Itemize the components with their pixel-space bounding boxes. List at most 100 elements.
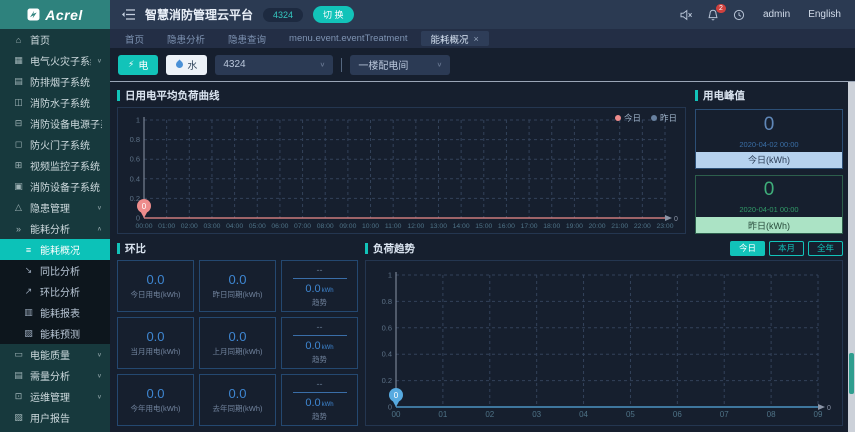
sidebar-item[interactable]: ▣ 消防设备子系统	[0, 176, 110, 197]
title-accent-bar	[117, 90, 120, 101]
room-select[interactable]: 一楼配电间 ∨	[350, 54, 451, 75]
sidebar-subitem[interactable]: ≡ 能耗概况	[0, 239, 110, 260]
svg-text:0.6: 0.6	[130, 155, 140, 164]
svg-text:00:00: 00:00	[135, 223, 152, 230]
topbar-main: 智慧消防管理云平台 4324 切 换 2 admin English	[110, 0, 855, 29]
brand-logo[interactable]: Acrel	[0, 0, 110, 29]
chart-legend: 今日 昨日	[614, 112, 677, 124]
svg-text:01:00: 01:00	[158, 223, 175, 230]
sidebar-subitem[interactable]: ▥ 能耗报表	[0, 302, 110, 323]
svg-text:05: 05	[626, 410, 635, 419]
acrel-logo-icon	[27, 8, 40, 21]
switch-button[interactable]: 切 换	[313, 6, 354, 23]
tab-label: 隐患分析	[167, 34, 206, 46]
legend-item[interactable]: 昨日	[650, 112, 677, 124]
forecast-icon: ▨	[24, 328, 33, 338]
tab-item[interactable]: 隐患查询	[218, 31, 276, 46]
toolbar: ⚡ 电 水 4324 ∨ 一楼配电间 ∨	[110, 48, 855, 82]
mute-icon[interactable]	[680, 9, 693, 21]
svg-text:02:00: 02:00	[181, 223, 198, 230]
legend-item[interactable]: 今日	[614, 112, 641, 124]
sidebar-subitem[interactable]: ▨ 能耗预测	[0, 323, 110, 344]
daily-load-chart[interactable]: 今日 昨日 0 0.2 0.4 0.6 0.8 1 00:00 01:00 02:00 03:00 0…	[117, 107, 686, 234]
sidebar-item[interactable]: ▤ 需量分析 ∨	[0, 365, 110, 386]
dashboard-row-bottom: 环比 0.0 今日用电(kWh) 0.0 昨日同期(kWh) -- 0.0 kWh 趋势 0.0…	[117, 240, 843, 426]
svg-text:1: 1	[388, 271, 392, 280]
sidebar-item[interactable]: ▧ 用户报告	[0, 407, 110, 428]
tab-item[interactable]: 隐患分析	[157, 31, 215, 46]
demand-icon: ▤	[14, 370, 23, 380]
trend-unit: kWh	[321, 287, 334, 294]
svg-text:12:00: 12:00	[407, 223, 424, 230]
peak-panel: 用电峰值 0 2020-04-02 00:00 今日(kWh) 0 2020-04-01…	[695, 88, 843, 234]
energy-icon: »	[15, 223, 21, 234]
ratio-label: 今年用电(kWh)	[130, 404, 181, 413]
sidebar-item[interactable]: ▦ 电气火灾子系统 ∨	[0, 50, 110, 71]
peak-value: 0	[763, 179, 775, 201]
svg-text:0.4: 0.4	[130, 174, 140, 183]
trend-divider	[292, 391, 347, 393]
tab-item[interactable]: 首页	[115, 31, 154, 46]
user-name[interactable]: admin	[763, 9, 790, 20]
close-icon[interactable]: ×	[474, 34, 479, 44]
range-buttons: 今日 本月 全年	[729, 240, 843, 257]
water-tab-button[interactable]: 水	[166, 54, 208, 75]
sidebar-item[interactable]: △ 隐患管理 ∨	[0, 197, 110, 218]
sidebar: ⌂ 首页 ▦ 电气火灾子系统 ∨ ▤ 防排烟子系统 ◫ 消防水子系统 ⊟ 消防设备电源子系统 ◻ 防火门…	[0, 29, 110, 432]
sidebar-item-label: 首页	[30, 36, 50, 47]
chevron-down-icon: ∨	[96, 372, 102, 379]
peak-cards: 0 2020-04-02 00:00 今日(kWh) 0 2020-04-01 00:0…	[695, 109, 843, 234]
svg-text:19:00: 19:00	[566, 223, 583, 230]
sidebar-item[interactable]: » 能耗分析 ∧	[0, 218, 110, 239]
trend-label: 趋势	[312, 411, 327, 421]
sidebar-subitem[interactable]: ↗ 环比分析	[0, 281, 110, 302]
chevron-down-icon: ∨	[96, 393, 102, 400]
sidebar-submenu: ≡ 能耗概况 ↘ 同比分析 ↗ 环比分析 ▥ 能耗报表 ▨ 能耗预测	[0, 239, 110, 344]
bell-icon[interactable]: 2	[707, 3, 726, 21]
load-trend-chart[interactable]: 0 0.2 0.4 0.6 0.8 1 00 01 02 03 04 05 06 07 08 09 0 0	[365, 260, 843, 426]
svg-text:0.2: 0.2	[130, 194, 140, 203]
sidebar-item[interactable]: ◻ 防火门子系统	[0, 134, 110, 155]
collapse-menu-icon[interactable]	[122, 9, 135, 20]
sidebar-item-label: 防火门子系统	[30, 141, 90, 152]
sidebar-subitem[interactable]: ↘ 同比分析	[0, 260, 110, 281]
project-select[interactable]: 4324 ∨	[215, 54, 334, 75]
smoke-icon: ▤	[14, 76, 23, 86]
language-toggle[interactable]: English	[808, 9, 841, 20]
svg-text:09: 09	[814, 410, 823, 419]
scrollbar-thumb[interactable]	[849, 353, 854, 394]
sidebar-item[interactable]: ⊞ 视频监控子系统	[0, 155, 110, 176]
sidebar-item[interactable]: ⊟ 消防设备电源子系统	[0, 113, 110, 134]
sidebar-subitem-label: 环比分析	[40, 288, 80, 299]
tab-item[interactable]: menu.event.eventTreatment	[279, 31, 417, 46]
page-scrollbar[interactable]	[848, 82, 855, 432]
ratio-label: 上月同期(kWh)	[212, 347, 263, 356]
range-button[interactable]: 本月	[768, 240, 804, 257]
sidebar-item[interactable]: ⊡ 运维管理 ∨	[0, 386, 110, 407]
ratio-grid: 0.0 今日用电(kWh) 0.0 昨日同期(kWh) -- 0.0 kWh 趋势 0.0 当月用…	[117, 260, 358, 426]
electric-tab-button[interactable]: ⚡ 电	[118, 54, 159, 75]
sidebar-item[interactable]: ⌂ 首页	[0, 29, 110, 50]
svg-text:1: 1	[136, 116, 140, 125]
tab-item[interactable]: 能耗概况 ×	[420, 31, 489, 46]
yoy-icon: ↘	[24, 265, 33, 275]
ratio-label: 去年同期(kWh)	[212, 404, 263, 413]
svg-text:22:00: 22:00	[634, 223, 651, 230]
ratio-card: 0.0 今年用电(kWh)	[117, 374, 194, 426]
sidebar-item[interactable]: ▭ 电能质量 ∨	[0, 344, 110, 365]
svg-text:0.8: 0.8	[382, 297, 392, 306]
range-button[interactable]: 今日	[729, 240, 765, 257]
load-trend-chart-svg: 00.20.40.60.8100 01 02 03 04 05 06 07 08 0900	[382, 271, 831, 420]
sidebar-item[interactable]: ◫ 消防水子系统	[0, 92, 110, 113]
svg-text:0: 0	[394, 391, 399, 400]
peak-footer: 今日(kWh)	[696, 151, 842, 168]
svg-text:0.6: 0.6	[382, 323, 392, 332]
notification-count-badge: 2	[716, 3, 726, 13]
title-accent-bar	[117, 243, 120, 254]
trend-label: 趋势	[312, 354, 327, 364]
range-button[interactable]: 全年	[807, 240, 843, 257]
sidebar-item[interactable]: ▤ 防排烟子系统	[0, 71, 110, 92]
clock-icon[interactable]	[733, 9, 745, 21]
svg-text:20:00: 20:00	[589, 223, 606, 230]
svg-text:0: 0	[136, 214, 140, 223]
